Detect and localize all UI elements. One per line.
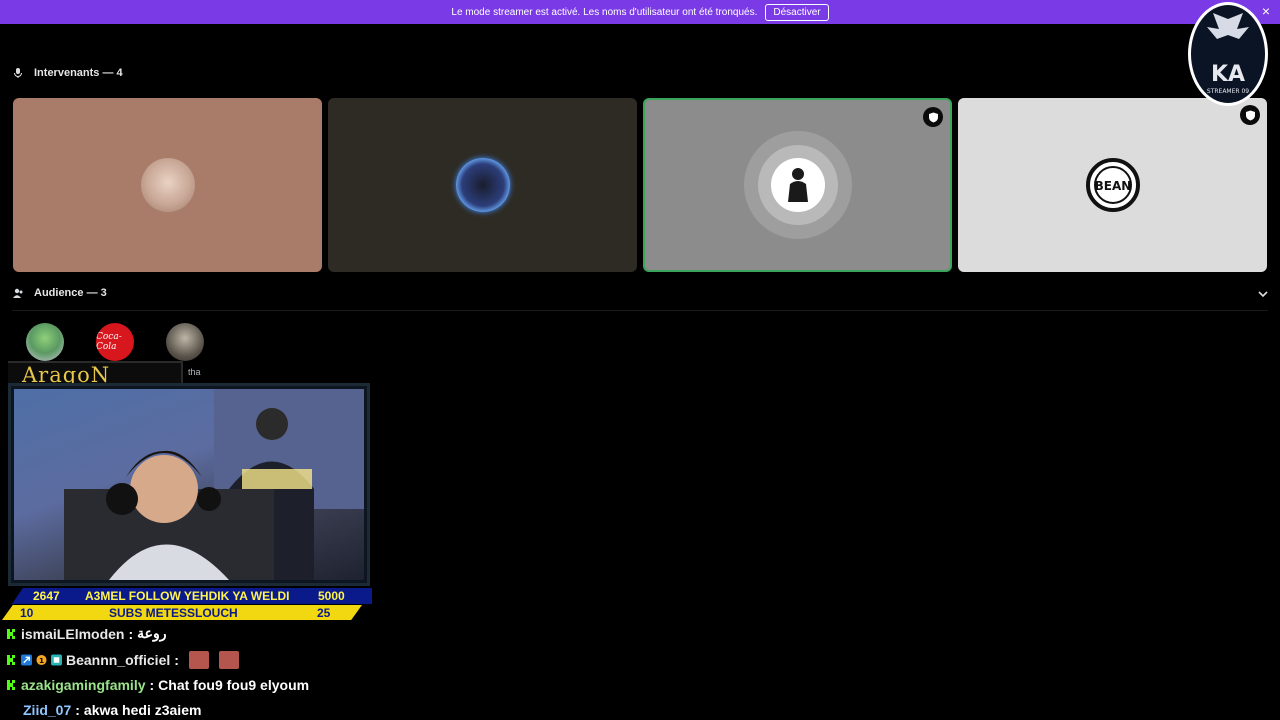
audience-heading-label: Audience — 3 — [34, 287, 107, 299]
gift-icon: 1 — [36, 654, 47, 666]
streamer-mode-banner: Le mode streamer est activé. Les noms d'… — [0, 0, 1280, 24]
people-icon — [13, 288, 23, 298]
banner-message: Le mode streamer est activé. Les noms d'… — [451, 6, 758, 18]
chat-username[interactable]: Beannn_officiel — [66, 652, 170, 668]
brand-logo-text: KA — [1211, 62, 1245, 87]
chat-message: azakigamingfamily : Chat fou9 fou9 elyou… — [6, 677, 309, 693]
webcam-overlay — [8, 383, 370, 586]
chat-username[interactable]: Ziid_07 — [23, 702, 71, 718]
speakers-heading: Intervenants — 4 — [12, 67, 123, 79]
chat-message: ismaiLElmoden : روعة — [6, 625, 167, 642]
audience-heading[interactable]: Audience — 3 — [12, 287, 107, 299]
section-divider — [12, 310, 1268, 311]
sub-icon — [51, 654, 62, 666]
disable-streamer-mode-button[interactable]: Désactiver — [765, 3, 829, 21]
audience-avatar-1[interactable] — [26, 323, 64, 361]
kick-icon — [7, 655, 15, 665]
emote-image — [188, 651, 209, 669]
stream-goal-ticker: 2647 A3MEL FOLLOW YEHDIK YA WELDI 5000 1… — [0, 588, 372, 622]
chat-message: Ziid_07 : akwa hedi z3aiem — [6, 702, 201, 718]
webcam-feed — [14, 389, 364, 580]
coca-cola-avatar[interactable]: Coca-Cola — [96, 323, 134, 361]
kick-icon — [7, 628, 15, 639]
banner-close-icon[interactable]: × — [1262, 4, 1270, 18]
svg-text:BEAN: BEAN — [1094, 179, 1131, 193]
chevron-down-icon[interactable] — [1257, 289, 1269, 299]
sub-goal-target: 25 — [317, 606, 331, 620]
brand-logo-subtext: STREAMER 09 — [1207, 88, 1249, 95]
chat-separator: : — [75, 702, 80, 718]
streamer-name-plate: AragoN — [8, 361, 183, 387]
speakers-heading-label: Intervenants — 4 — [34, 67, 123, 79]
city-night-avatar — [455, 158, 510, 212]
streamer-brand-logo: KA STREAMER 09 — [1188, 2, 1268, 106]
moderator-shield-icon — [923, 107, 943, 127]
chat-message: 1 Beannn_officiel : — [6, 651, 239, 669]
microphone-icon — [14, 68, 22, 78]
follow-goal-bar: 2647 A3MEL FOLLOW YEHDIK YA WELDI 5000 — [12, 588, 372, 604]
sub-goal-bar: 10 SUBS METESSLOUCH 25 — [2, 605, 362, 620]
follow-goal-text: A3MEL FOLLOW YEHDIK YA WELDI — [85, 589, 290, 603]
speaker-tile-2[interactable] — [328, 98, 637, 272]
chat-username[interactable]: azakigamingfamily — [21, 677, 146, 693]
audience-avatar-3[interactable] — [166, 323, 204, 361]
chat-separator: : — [128, 625, 134, 642]
emote-image — [218, 651, 239, 669]
face-avatar — [140, 158, 195, 212]
speaker-tile-1[interactable] — [13, 98, 322, 272]
moderator-shield-icon — [1240, 105, 1260, 125]
coca-cola-logo-text: Coca-Cola — [96, 332, 122, 352]
chat-text: روعة — [137, 625, 167, 641]
sub-goal-text: SUBS METESSLOUCH — [109, 606, 238, 620]
follow-count: 2647 — [33, 589, 60, 603]
chat-separator: : — [174, 652, 179, 668]
chat-username[interactable]: ismaiLElmoden — [21, 626, 124, 642]
kick-icon — [7, 680, 15, 690]
speaker-tile-3[interactable] — [643, 98, 952, 272]
svg-text:1: 1 — [39, 656, 44, 665]
speaker-tile-4[interactable]: BEAN — [958, 98, 1267, 272]
chat-separator: : — [149, 677, 155, 693]
chat-text: Chat fou9 fou9 elyoum — [158, 677, 310, 693]
sub-count: 10 — [20, 606, 34, 620]
prime-icon — [21, 654, 32, 666]
person-avatar — [770, 158, 825, 212]
audience-name-partial: tha — [188, 367, 201, 377]
bean-logo-avatar: BEAN — [1085, 158, 1140, 212]
chat-text: akwa hedi z3aiem — [83, 702, 202, 718]
follow-goal-target: 5000 — [318, 589, 345, 603]
